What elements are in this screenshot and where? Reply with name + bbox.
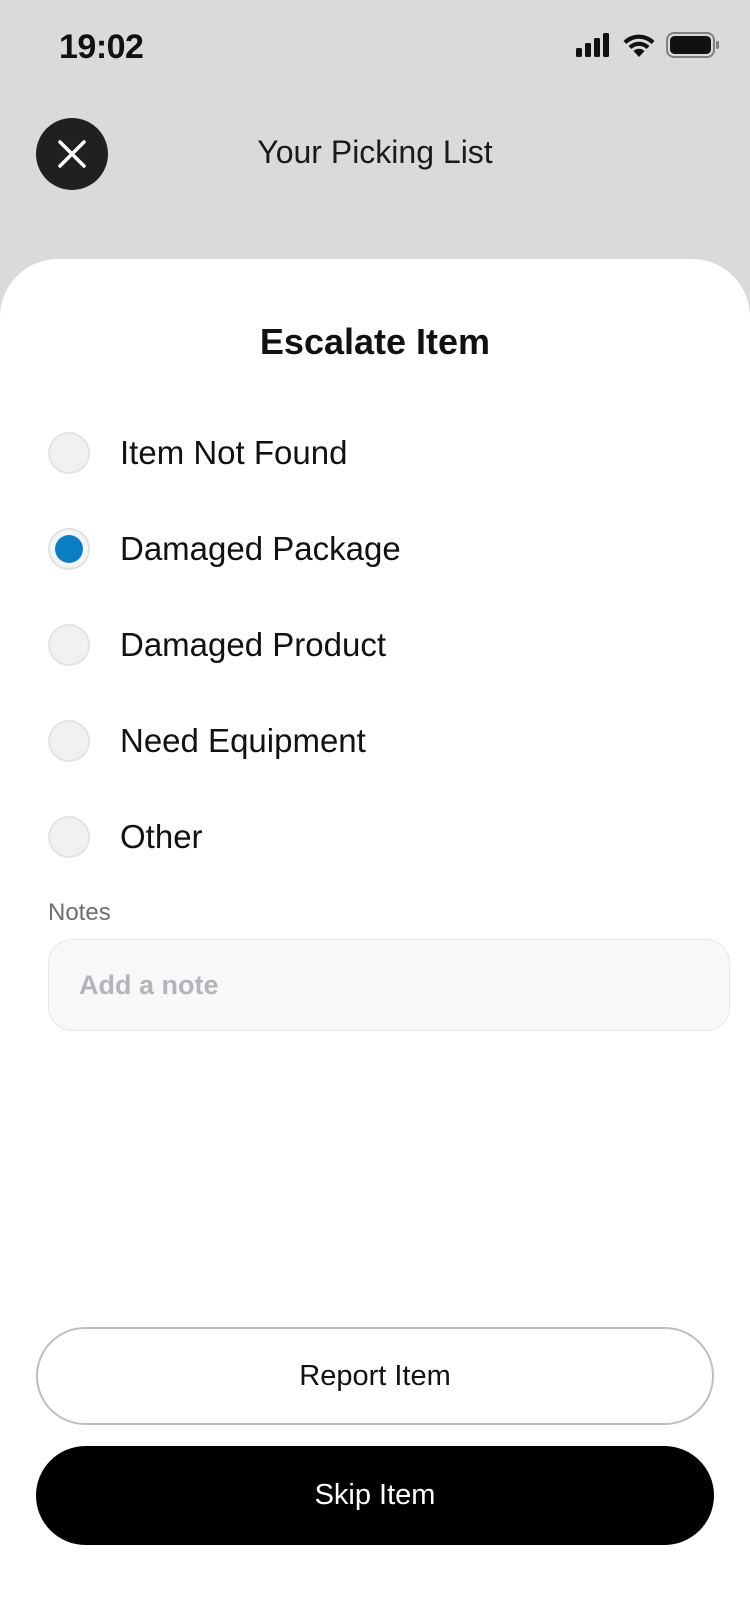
option-label: Need Equipment (120, 722, 366, 759)
status-bar: 19:02 (0, 0, 750, 96)
nav-header: Your Picking List (0, 110, 750, 200)
option-label: Damaged Product (120, 626, 386, 663)
escalate-sheet: Escalate Item Item Not Found Damaged Pac… (0, 259, 750, 1624)
notes-label: Notes (48, 899, 111, 926)
sheet-title: Escalate Item (259, 321, 491, 362)
option-damaged-product[interactable]: Damaged Product (48, 597, 708, 693)
option-label: Item Not Found (120, 434, 348, 471)
battery-icon (666, 32, 719, 58)
radio-button-selected[interactable] (48, 528, 90, 570)
radio-button[interactable] (48, 816, 90, 858)
skip-item-button[interactable]: Skip Item (36, 1446, 714, 1545)
option-other[interactable]: Other (48, 789, 708, 885)
escalation-options: Item Not Found Damaged Package Damaged P… (48, 405, 708, 885)
option-item-not-found[interactable]: Item Not Found (48, 405, 708, 501)
status-time: 19:02 (59, 28, 144, 66)
notes-input[interactable] (48, 939, 730, 1031)
option-need-equipment[interactable]: Need Equipment (48, 693, 708, 789)
radio-button[interactable] (48, 624, 90, 666)
signal-icon (576, 33, 609, 57)
radio-selected-dot (55, 535, 83, 563)
option-damaged-package[interactable]: Damaged Package (48, 501, 708, 597)
page-title: Your Picking List (257, 134, 493, 170)
wifi-icon (623, 34, 655, 57)
radio-button[interactable] (48, 432, 90, 474)
status-icons (576, 32, 720, 58)
option-label: Other (120, 818, 203, 855)
radio-button[interactable] (48, 720, 90, 762)
option-label: Damaged Package (120, 530, 401, 567)
report-item-button[interactable]: Report Item (36, 1327, 714, 1425)
